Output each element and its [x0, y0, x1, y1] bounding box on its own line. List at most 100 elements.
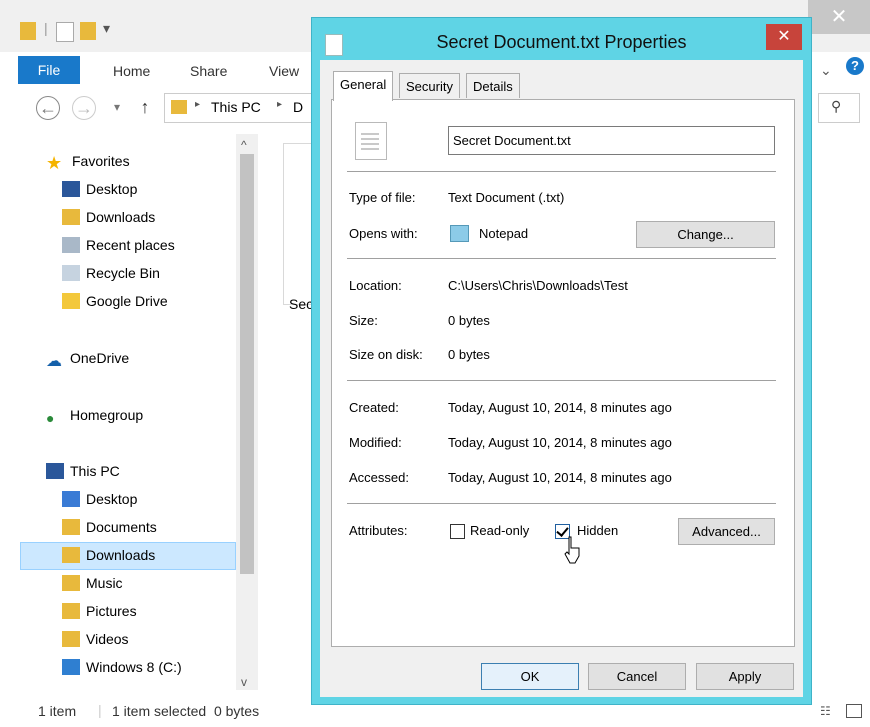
tab-security[interactable]: Security [399, 73, 460, 98]
nav-item-pc-desktop[interactable]: Desktop [62, 486, 137, 512]
nav-favorites[interactable]: ★ Favorites [46, 148, 130, 174]
advanced-button[interactable]: Advanced... [678, 518, 775, 545]
attributes-label: Attributes: [349, 523, 408, 538]
drive-icon [62, 659, 80, 675]
tab-home[interactable]: Home [113, 63, 150, 79]
change-button[interactable]: Change... [636, 221, 775, 248]
tab-view[interactable]: View [269, 63, 299, 79]
scroll-down-icon[interactable]: v [241, 675, 247, 689]
music-folder-icon [62, 575, 80, 591]
nav-label: Recent places [86, 237, 175, 253]
modified-label: Modified: [349, 435, 402, 450]
nav-label: Music [86, 575, 123, 591]
expand-ribbon-icon[interactable]: ⌄ [820, 62, 832, 79]
dialog-title: Secret Document.txt Properties [436, 32, 687, 52]
recycle-bin-icon [62, 265, 80, 281]
navigation-pane: ★ Favorites Desktop Downloads Recent plac… [20, 134, 260, 690]
folder-icon [20, 22, 36, 40]
size-on-disk-value: 0 bytes [448, 347, 490, 362]
text-file-icon [355, 122, 387, 160]
created-value: Today, August 10, 2014, 8 minutes ago [448, 400, 672, 415]
nav-item-downloads[interactable]: Downloads [62, 204, 155, 230]
nav-item-music[interactable]: Music [62, 570, 123, 596]
nav-item-recycle-bin[interactable]: Recycle Bin [62, 260, 160, 286]
nav-item-recent-places[interactable]: Recent places [62, 232, 175, 258]
type-of-file-label: Type of file: [349, 190, 416, 205]
size-label: Size: [349, 313, 378, 328]
tab-file[interactable]: File [18, 56, 80, 84]
forward-icon[interactable]: → [72, 96, 96, 120]
cloud-icon: ☁ [46, 353, 62, 370]
filename-field[interactable] [448, 126, 775, 155]
hidden-label[interactable]: Hidden [577, 523, 618, 538]
back-icon[interactable]: ← [36, 96, 60, 120]
file-item-label[interactable]: Sec [289, 296, 313, 312]
tab-details[interactable]: Details [466, 73, 520, 98]
nav-item-pc-downloads[interactable]: Downloads [62, 542, 155, 568]
location-value: C:\Users\Chris\Downloads\Test [448, 278, 628, 293]
tab-general[interactable]: General [333, 71, 394, 101]
up-icon[interactable]: ↑ [134, 96, 156, 118]
status-item-count: 1 item [38, 703, 77, 719]
computer-icon [46, 463, 64, 479]
nav-item-google-drive[interactable]: Google Drive [62, 288, 168, 314]
type-of-file-value: Text Document (.txt) [448, 190, 565, 205]
recent-locations-icon[interactable]: ▾ [106, 96, 128, 118]
apply-button[interactable]: Apply [696, 663, 794, 690]
created-label: Created: [349, 400, 399, 415]
nav-label: Favorites [72, 153, 130, 169]
nav-label: Pictures [86, 603, 137, 619]
scroll-up-icon[interactable]: ^ [241, 138, 247, 152]
explorer-close-button[interactable]: ✕ [808, 0, 870, 34]
search-input[interactable]: ⚲ [818, 93, 860, 123]
details-view-icon[interactable]: ☷ [820, 704, 831, 718]
cancel-button[interactable]: Cancel [588, 663, 686, 690]
chevron-right-icon: ▸ [195, 99, 201, 110]
large-icons-view-icon[interactable] [846, 704, 862, 718]
ok-button[interactable]: OK [481, 663, 579, 690]
accessed-label: Accessed: [349, 470, 409, 485]
nav-this-pc[interactable]: This PC [46, 458, 120, 484]
chevron-right-icon: ▸ [277, 99, 283, 110]
star-icon: ★ [46, 153, 63, 173]
tab-share[interactable]: Share [190, 63, 227, 79]
read-only-checkbox[interactable] [450, 524, 465, 539]
google-drive-folder-icon [62, 293, 80, 309]
breadcrumb-downloads[interactable]: D [293, 99, 303, 115]
general-tab-panel [331, 99, 795, 647]
new-folder-icon[interactable] [80, 22, 96, 40]
documents-folder-icon [62, 519, 80, 535]
nav-homegroup[interactable]: ● Homegroup [46, 402, 143, 428]
mouse-cursor-icon [564, 536, 580, 564]
status-selection: 1 item selected 0 bytes [112, 703, 260, 719]
nav-item-windows-c[interactable]: Windows 8 (C:) [62, 654, 182, 680]
nav-label: Google Drive [86, 293, 168, 309]
nav-label: Videos [86, 631, 129, 647]
nav-item-videos[interactable]: Videos [62, 626, 129, 652]
read-only-label[interactable]: Read-only [470, 523, 529, 538]
nav-label: This PC [70, 463, 120, 479]
divider [347, 503, 776, 504]
nav-scrollbar-thumb[interactable] [240, 154, 254, 574]
location-label: Location: [349, 278, 402, 293]
opens-with-value: Notepad [479, 226, 529, 241]
notepad-icon [450, 225, 469, 242]
address-bar[interactable]: ▸ This PC ▸ D [164, 93, 316, 123]
nav-label: Homegroup [70, 407, 144, 423]
nav-onedrive[interactable]: ☁ OneDrive [46, 345, 129, 371]
divider [347, 258, 776, 259]
videos-folder-icon [62, 631, 80, 647]
nav-item-pictures[interactable]: Pictures [62, 598, 137, 624]
divider [347, 171, 776, 172]
customize-qat-icon[interactable]: ▾ [103, 20, 110, 37]
properties-icon[interactable] [56, 22, 74, 42]
opens-with-label: Opens with: [349, 226, 418, 241]
dialog-close-button[interactable]: ✕ [766, 24, 802, 50]
downloads-folder-icon [62, 547, 80, 563]
nav-item-desktop[interactable]: Desktop [62, 176, 137, 202]
downloads-folder-icon [62, 209, 80, 225]
help-icon[interactable]: ? [846, 57, 864, 75]
nav-item-documents[interactable]: Documents [62, 514, 157, 540]
breadcrumb-this-pc[interactable]: This PC [211, 99, 261, 115]
nav-label: Windows 8 (C:) [86, 659, 182, 675]
